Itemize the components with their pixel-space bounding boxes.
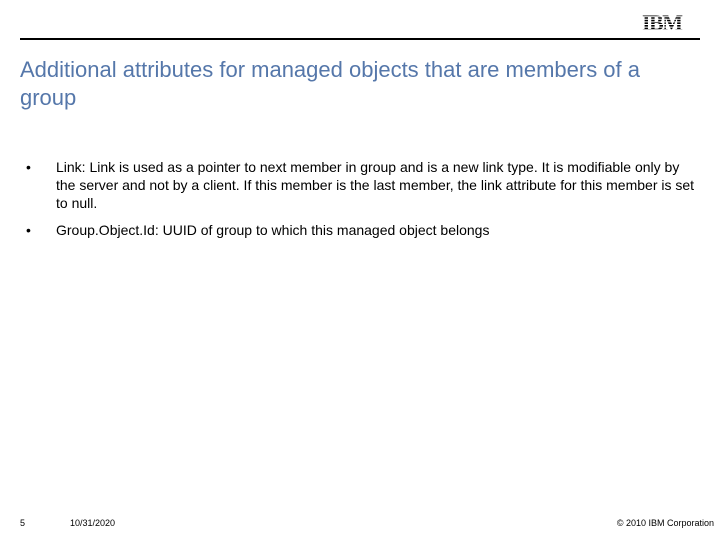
footer-copyright: © 2010 IBM Corporation [617,518,714,528]
footer-date: 10/31/2020 [70,518,115,528]
svg-text:IBM: IBM [642,12,683,32]
slide-title: Additional attributes for managed object… [20,56,700,111]
header-divider [20,38,700,40]
ibm-logo: IBM [642,12,696,32]
bullet-item: Group.Object.Id: UUID of group to which … [20,221,700,239]
slide: IBM Additional attributes for managed ob… [0,0,720,540]
page-number: 5 [20,518,25,528]
bullet-list: Link: Link is used as a pointer to next … [20,158,700,247]
bullet-item: Link: Link is used as a pointer to next … [20,158,700,213]
